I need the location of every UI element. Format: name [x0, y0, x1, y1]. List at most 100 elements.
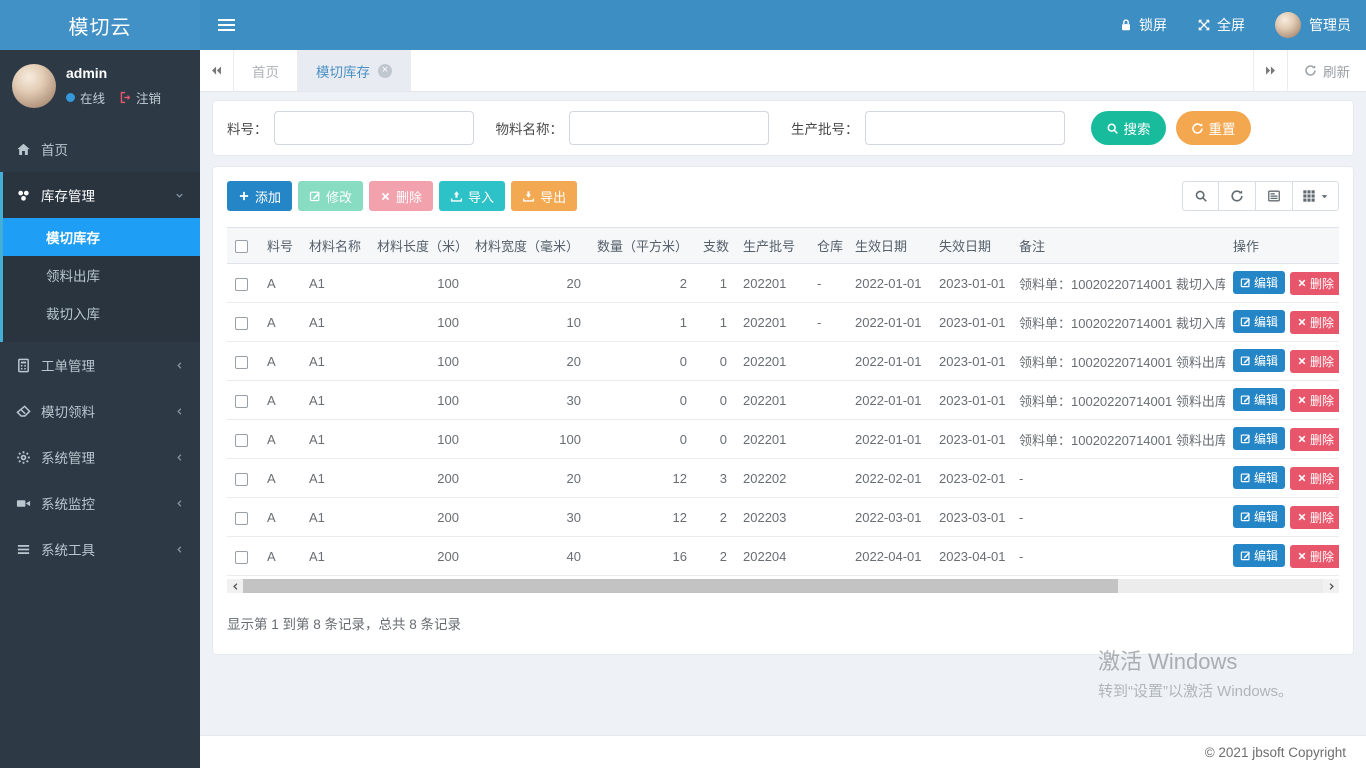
cell-material: A1: [301, 420, 369, 459]
row-delete-button[interactable]: 删除: [1290, 389, 1339, 412]
delete-button[interactable]: 删除: [369, 181, 433, 211]
sidebar-subitem-die-cut-inventory[interactable]: 模切库存: [3, 218, 200, 256]
row-edit-button[interactable]: 编辑: [1233, 505, 1285, 528]
scrollbar-thumb[interactable]: [243, 579, 1118, 593]
cell-width: 30: [467, 381, 589, 420]
editsq-icon: [1240, 472, 1251, 483]
add-button[interactable]: 添加: [227, 181, 292, 211]
item-no-input[interactable]: [274, 111, 474, 145]
row-checkbox[interactable]: [235, 356, 248, 369]
row-delete-label: 删除: [1310, 353, 1334, 370]
sidebar-toggle-button[interactable]: [200, 0, 253, 50]
logout-label: 注销: [136, 88, 161, 107]
search-button[interactable]: 搜索: [1091, 111, 1166, 145]
column-header[interactable]: 支数: [695, 228, 735, 264]
sidebar-item-system-tools[interactable]: 系统工具: [0, 526, 200, 572]
sidebar-item-label: 系统工具: [41, 539, 174, 559]
row-delete-button[interactable]: 删除: [1290, 272, 1339, 295]
row-checkbox[interactable]: [235, 512, 248, 525]
column-header[interactable]: 生产批号: [735, 228, 809, 264]
search-icon: [1194, 189, 1208, 203]
row-checkbox[interactable]: [235, 278, 248, 291]
tab-close-icon[interactable]: ×: [378, 64, 392, 78]
row-delete-button[interactable]: 删除: [1290, 428, 1339, 451]
import-button[interactable]: 导入: [439, 181, 505, 211]
table-search-toggle-button[interactable]: [1182, 181, 1219, 211]
table-view-toggle-button[interactable]: [1256, 181, 1293, 211]
modify-button[interactable]: 修改: [298, 181, 363, 211]
item-no-label: 料号：: [227, 118, 268, 138]
column-header[interactable]: 生效日期: [847, 228, 931, 264]
row-edit-button[interactable]: 编辑: [1233, 466, 1285, 489]
column-header[interactable]: 材料名称: [301, 228, 369, 264]
reset-button[interactable]: 重置: [1176, 111, 1251, 145]
row-delete-label: 删除: [1310, 314, 1334, 331]
sidebar-item-inventory-management[interactable]: 库存管理: [3, 172, 200, 218]
row-delete-button[interactable]: 删除: [1290, 467, 1339, 490]
sidebar-subitem-cutting-inbound[interactable]: 裁切入库: [3, 294, 200, 332]
column-header[interactable]: 操作: [1225, 228, 1339, 264]
table-toolbar: 添加 修改 删除 导入 导出: [227, 181, 1339, 211]
row-edit-button[interactable]: 编辑: [1233, 427, 1285, 450]
user-menu[interactable]: 管理员: [1260, 0, 1366, 50]
tab-home[interactable]: 首页: [234, 50, 298, 91]
sidebar-item-system-monitor[interactable]: 系统监控: [0, 480, 200, 526]
row-checkbox[interactable]: [235, 317, 248, 330]
column-header[interactable]: 数量（平方米）: [589, 228, 695, 264]
row-delete-button[interactable]: 删除: [1290, 311, 1339, 334]
cell-width: 20: [467, 459, 589, 498]
column-header[interactable]: 料号: [259, 228, 301, 264]
top-navbar: 锁屏 全屏 管理员: [200, 0, 1366, 50]
x-icon: [380, 191, 391, 202]
row-edit-button[interactable]: 编辑: [1233, 349, 1285, 372]
cell-item-no: A: [259, 420, 301, 459]
column-header[interactable]: 失效日期: [931, 228, 1011, 264]
scrollbar-track[interactable]: [243, 579, 1323, 593]
column-header[interactable]: 仓库: [809, 228, 847, 264]
lock-screen-button[interactable]: 锁屏: [1104, 0, 1182, 50]
column-header[interactable]: 材料长度（米）: [369, 228, 467, 264]
cell-expiry-date: 2023-01-01: [931, 342, 1011, 381]
row-edit-button[interactable]: 编辑: [1233, 388, 1285, 411]
sidebar-subitem-material-outbound[interactable]: 领料出库: [3, 256, 200, 294]
tabs-scroll-right-button[interactable]: [1253, 50, 1287, 91]
row-delete-button[interactable]: 删除: [1290, 506, 1339, 529]
row-edit-button[interactable]: 编辑: [1233, 310, 1285, 333]
row-delete-button[interactable]: 删除: [1290, 350, 1339, 373]
tab-die-cut-inventory[interactable]: 模切库存 ×: [298, 50, 411, 91]
sidebar-item-work-order-management[interactable]: 工单管理: [0, 342, 200, 388]
batch-no-input[interactable]: [865, 111, 1065, 145]
select-all-checkbox[interactable]: [235, 240, 248, 253]
scroll-left-arrow[interactable]: [227, 579, 243, 593]
tab-refresh-button[interactable]: 刷新: [1287, 50, 1366, 91]
logout-link[interactable]: 注销: [119, 88, 161, 107]
import-button-label: 导入: [468, 187, 494, 206]
table-columns-button[interactable]: [1293, 181, 1339, 211]
row-checkbox[interactable]: [235, 395, 248, 408]
sidebar-item-system-management[interactable]: 系统管理: [0, 434, 200, 480]
reset-button-label: 重置: [1209, 118, 1236, 138]
row-edit-button[interactable]: 编辑: [1233, 271, 1285, 294]
download-icon: [522, 190, 535, 203]
export-button[interactable]: 导出: [511, 181, 577, 211]
table-row: AA1100100002022012022-01-012023-01-01领料单…: [227, 420, 1339, 459]
cell-actions: 编辑删除: [1225, 459, 1339, 498]
xmark-icon: [1297, 356, 1307, 366]
sidebar-item-die-cut-material[interactable]: 模切领料: [0, 388, 200, 434]
app-logo[interactable]: 模切云: [0, 0, 200, 50]
tabs-scroll-left-button[interactable]: [200, 50, 234, 91]
row-checkbox[interactable]: [235, 551, 248, 564]
table-refresh-button[interactable]: [1219, 181, 1256, 211]
horizontal-scrollbar[interactable]: [227, 579, 1339, 593]
material-name-input[interactable]: [569, 111, 769, 145]
export-button-label: 导出: [540, 187, 566, 206]
row-checkbox[interactable]: [235, 473, 248, 486]
column-header[interactable]: 备注: [1011, 228, 1225, 264]
row-delete-button[interactable]: 删除: [1290, 545, 1339, 568]
column-header[interactable]: 材料宽度（毫米）: [467, 228, 589, 264]
row-checkbox[interactable]: [235, 434, 248, 447]
fullscreen-button[interactable]: 全屏: [1182, 0, 1260, 50]
sidebar-item-home[interactable]: 首页: [0, 126, 200, 172]
row-edit-button[interactable]: 编辑: [1233, 544, 1285, 567]
scroll-right-arrow[interactable]: [1323, 579, 1339, 593]
